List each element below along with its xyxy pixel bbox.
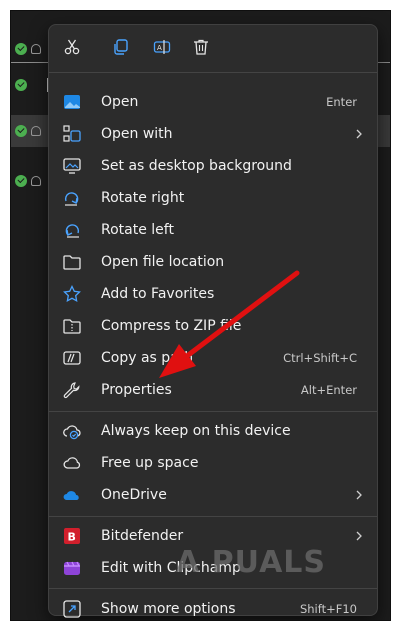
- delete-icon: [194, 39, 208, 55]
- menu-item-onedrive[interactable]: OneDrive: [53, 479, 375, 511]
- menu-item-label: Open: [101, 94, 139, 110]
- menu-item-set-desktop-background[interactable]: Set as desktop background: [53, 150, 375, 182]
- rotate-right-icon: [64, 192, 79, 206]
- sync-status-icon: [15, 175, 27, 187]
- menu-item-rotate-left[interactable]: Rotate left: [53, 214, 375, 246]
- menu-separator: [49, 411, 377, 412]
- open-with-icon: [63, 125, 81, 142]
- menu-item-label: Rotate right: [101, 190, 185, 206]
- copy-path-icon: [63, 351, 81, 365]
- menu-item-open-with[interactable]: Open with: [53, 118, 375, 150]
- shortcut-text: Shift+F10: [299, 602, 357, 616]
- shared-icon: [31, 44, 41, 54]
- sync-status-icon: [15, 43, 27, 55]
- menu-item-open-file-location[interactable]: Open file location: [53, 246, 375, 278]
- menu-item-compress-zip[interactable]: Compress to ZIP file: [53, 310, 375, 342]
- menu-item-label: Set as desktop background: [101, 158, 292, 174]
- more-options-icon: [63, 600, 81, 618]
- menu-separator: [49, 516, 377, 517]
- menu-item-label: OneDrive: [101, 487, 167, 503]
- cloud-sync-icon: [63, 425, 81, 440]
- copy-button[interactable]: [108, 34, 134, 60]
- cut-button[interactable]: [59, 34, 85, 60]
- copy-icon: [114, 39, 128, 55]
- onedrive-icon: [63, 491, 79, 500]
- appuals-watermark: A PUALS: [176, 545, 327, 580]
- shared-icon: [31, 126, 41, 136]
- menu-item-label: Always keep on this device: [101, 423, 291, 439]
- menu-item-show-more-options[interactable]: Show more options Shift+F10: [53, 593, 375, 620]
- chevron-right-icon: [356, 531, 362, 541]
- menu-item-rotate-right[interactable]: Rotate right: [53, 182, 375, 214]
- explorer-background: A Open Enter Open with Set as desktop ba…: [10, 10, 391, 621]
- menu-item-label: Properties: [101, 382, 172, 398]
- rename-icon: A: [153, 40, 171, 54]
- zip-icon: [63, 319, 81, 334]
- menu-item-add-to-favorites[interactable]: Add to Favorites: [53, 278, 375, 310]
- menu-item-label: Bitdefender: [101, 528, 184, 544]
- menu-item-label: Compress to ZIP file: [101, 318, 242, 334]
- shortcut-text: Enter: [326, 95, 357, 109]
- cut-icon: [64, 39, 80, 55]
- menu-item-always-keep[interactable]: Always keep on this device: [53, 415, 375, 447]
- shared-icon: [31, 176, 41, 186]
- cloud-icon: [63, 457, 81, 469]
- rotate-left-icon: [65, 224, 80, 238]
- context-menu: A Open Enter Open with Set as desktop ba…: [48, 24, 378, 618]
- menu-item-free-up-space[interactable]: Free up space: [53, 447, 375, 479]
- shortcut-text: Alt+Enter: [300, 383, 357, 397]
- chevron-right-icon: [356, 490, 362, 500]
- menu-item-label: Copy as path: [101, 350, 194, 366]
- shortcut-text: Ctrl+Shift+C: [283, 351, 357, 365]
- clipchamp-icon: [64, 561, 80, 575]
- menu-separator: [49, 72, 377, 73]
- menu-item-label: Add to Favorites: [101, 286, 215, 302]
- menu-item-label: Open with: [101, 126, 173, 142]
- folder-icon: [63, 255, 81, 270]
- menu-item-label: Free up space: [101, 455, 199, 471]
- menu-item-label: Open file location: [101, 254, 225, 270]
- menu-item-properties[interactable]: Properties Alt+Enter: [53, 374, 375, 406]
- sync-status-icon: [15, 125, 27, 137]
- desktop-background-icon: [63, 158, 81, 174]
- bitdefender-icon: B: [64, 528, 80, 544]
- star-icon: [63, 285, 81, 303]
- chevron-right-icon: [356, 129, 362, 139]
- rename-button[interactable]: A: [149, 34, 175, 60]
- menu-separator: [49, 588, 377, 589]
- menu-item-label: Show more options: [101, 601, 236, 617]
- menu-item-copy-as-path[interactable]: Copy as path Ctrl+Shift+C: [53, 342, 375, 374]
- svg-text:A: A: [157, 44, 162, 52]
- sync-status-icon: [15, 79, 27, 91]
- delete-button[interactable]: [188, 34, 214, 60]
- menu-item-open[interactable]: Open Enter: [53, 86, 375, 118]
- menu-item-label: Rotate left: [101, 222, 174, 238]
- svg-text:B: B: [68, 531, 76, 544]
- photos-icon: [64, 95, 80, 109]
- menu-toolbar: A: [49, 25, 377, 67]
- wrench-icon: [63, 382, 80, 399]
